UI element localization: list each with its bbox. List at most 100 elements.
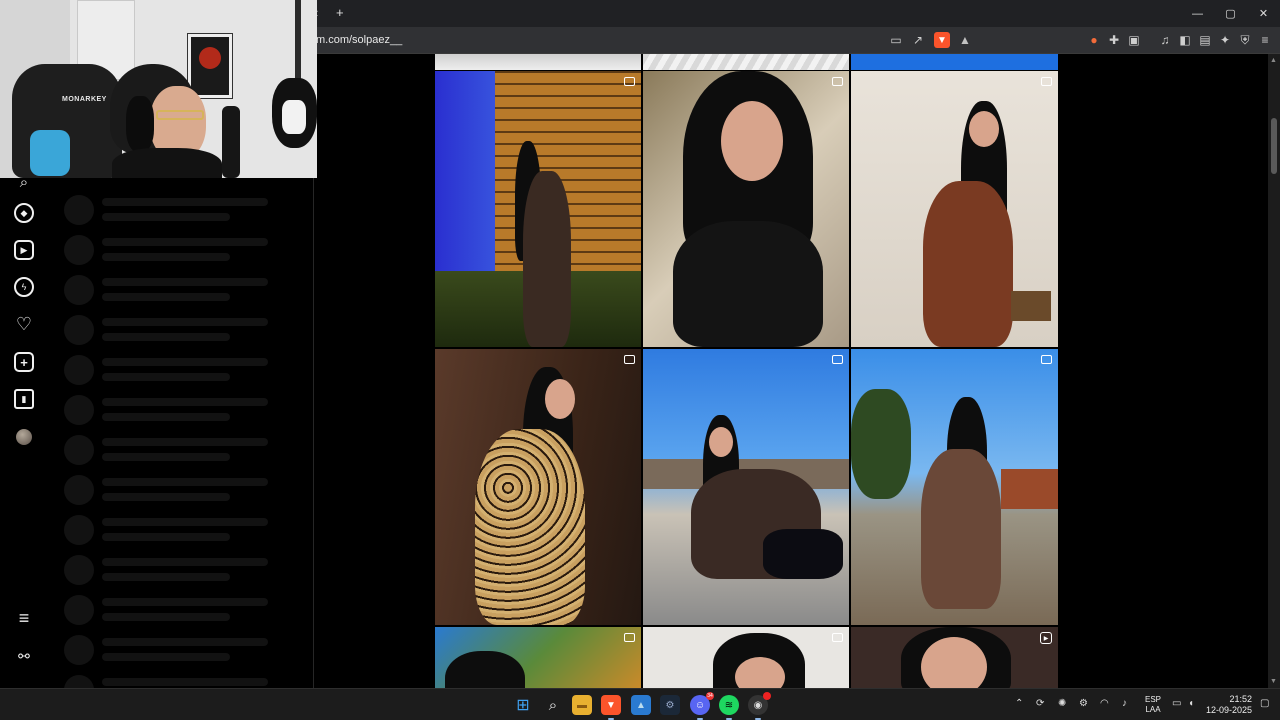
placeholder-line [102,333,230,341]
extensions-icon[interactable]: ✚ [1106,32,1122,48]
placeholder-line [102,253,230,261]
network-icon[interactable]: ▭ [1172,698,1181,709]
placeholder-line [102,653,230,661]
tray-app-icon[interactable]: ✺ [1058,698,1066,709]
placeholder-line [102,398,268,406]
brave-rewards-icon[interactable]: ▲ [957,32,973,48]
sidebar-icon[interactable]: ◧ [1177,32,1193,48]
scroll-up-arrow-icon[interactable]: ▲ [1270,57,1277,64]
placeholder-line [102,213,230,221]
brave-browser-icon[interactable]: ▼ [601,695,621,720]
leo-ai-icon[interactable]: ✦ [1217,32,1233,48]
language-indicator[interactable]: ESP LAA [1144,695,1162,715]
placeholder-line [102,278,268,286]
sync-icon[interactable]: ⟳ [1036,698,1044,709]
reels-icon[interactable]: ▶ [14,240,34,260]
minimize-button[interactable]: — [1181,0,1214,27]
notification-placeholder-row [64,555,314,585]
post-thumbnail[interactable]: ▶ [851,627,1058,688]
reel-icon: ▶ [1040,632,1052,644]
post-partial-top-2[interactable] [643,54,849,70]
post-thumbnail[interactable] [435,349,641,625]
post-thumbnail[interactable] [643,349,849,625]
wallet-icon[interactable]: ▤ [1197,32,1213,48]
windows-start-icon[interactable]: ⊞ [513,695,533,715]
close-window-button[interactable]: ✕ [1247,0,1280,27]
notifications-icon[interactable]: ▢ [1260,698,1269,709]
post-partial-top-1[interactable] [435,54,641,70]
post-thumbnail[interactable] [643,627,849,688]
placeholder-line [102,533,230,541]
notification-placeholder-row [64,235,314,265]
notification-placeholder-row [64,195,314,225]
create-icon[interactable]: + [14,352,34,372]
placeholder-avatar [64,395,94,425]
microphone-icon[interactable]: ♪ [1122,698,1127,709]
placeholder-avatar [64,195,94,225]
placeholder-avatar [64,235,94,265]
menu-icon[interactable]: ≡ [14,608,34,628]
carousel-icon [832,633,843,642]
notification-placeholder-row [64,675,314,688]
figure-body [921,449,1001,609]
carousel-icon [624,633,635,642]
discord-notification-badge: 34 [706,692,714,700]
post-thumbnail[interactable] [435,71,641,347]
placeholder-avatar [64,515,94,545]
heart-icon[interactable]: ♡ [14,314,34,334]
chair-accent [30,130,70,176]
placeholder-line [102,358,268,366]
carousel-icon [832,355,843,364]
photos-icon[interactable]: ▲ [631,695,651,715]
chair-brand-logo: MONARKEY [62,96,107,103]
scroll-down-arrow-icon[interactable]: ▼ [1270,678,1277,685]
figure-body [523,171,571,347]
steam-icon[interactable]: ⚙ [660,695,680,715]
discord-icon[interactable]: ☺ 34 [690,692,714,720]
share-icon[interactable]: ↗ [910,32,926,48]
page-scrollbar[interactable]: ▲ ▼ [1268,54,1280,688]
carousel-icon [832,77,843,86]
scroll-thumb[interactable] [1271,118,1277,174]
messenger-icon[interactable]: ϟ [14,277,34,297]
volume-icon[interactable]: ◖ [1188,698,1194,709]
music-icon[interactable]: ♫ [1157,32,1173,48]
cast-icon[interactable]: ▭ [888,32,904,48]
search-icon[interactable]: ⌕ [543,695,563,715]
headset-icon[interactable]: ◠ [1100,698,1109,709]
notification-placeholder-row [64,475,314,505]
obs-icon[interactable]: ◉ [748,692,771,720]
placeholder-avatar [64,555,94,585]
steam-tray-icon[interactable]: ⚙ [1079,698,1088,709]
maximize-button[interactable]: ▢ [1214,0,1247,27]
post-thumbnail[interactable] [643,71,849,347]
brave-shields-icon[interactable]: ▼ [934,32,950,48]
new-tab-button[interactable]: + [336,5,344,20]
placeholder-line [102,518,268,526]
profile-avatar[interactable] [16,429,32,445]
post-partial-top-3[interactable] [851,54,1058,70]
notification-placeholder-row [64,395,314,425]
boots [763,529,843,579]
post-thumbnail[interactable] [435,627,641,688]
insights-icon[interactable]: ▮ [14,389,34,409]
screenshot-icon[interactable]: ▣ [1126,32,1142,48]
webcam-overlay: MONARKEY [0,0,317,178]
menu-icon[interactable]: ≡ [1257,32,1273,48]
system-clock[interactable]: 21:52 12-09-2025 [1204,694,1252,716]
figure-face [709,427,733,457]
spotify-icon[interactable]: ≋ [719,695,739,720]
placeholder-line [102,453,230,461]
file-explorer-icon[interactable]: ▬ [572,695,592,715]
url-field[interactable]: m.com/solpaez__ [316,34,402,46]
explore-icon[interactable]: ◆ [14,203,34,223]
flame-icon[interactable]: ● [1086,32,1102,48]
placeholder-line [102,598,268,606]
tray-overflow-icon[interactable]: ⌃ [1015,698,1023,709]
carousel-icon [624,77,635,86]
vpn-icon[interactable]: ⛨ [1237,32,1253,48]
threads-icon[interactable]: ⚯ [14,646,34,666]
placeholder-line [102,238,268,246]
post-thumbnail[interactable] [851,349,1058,625]
post-thumbnail[interactable] [851,71,1058,347]
